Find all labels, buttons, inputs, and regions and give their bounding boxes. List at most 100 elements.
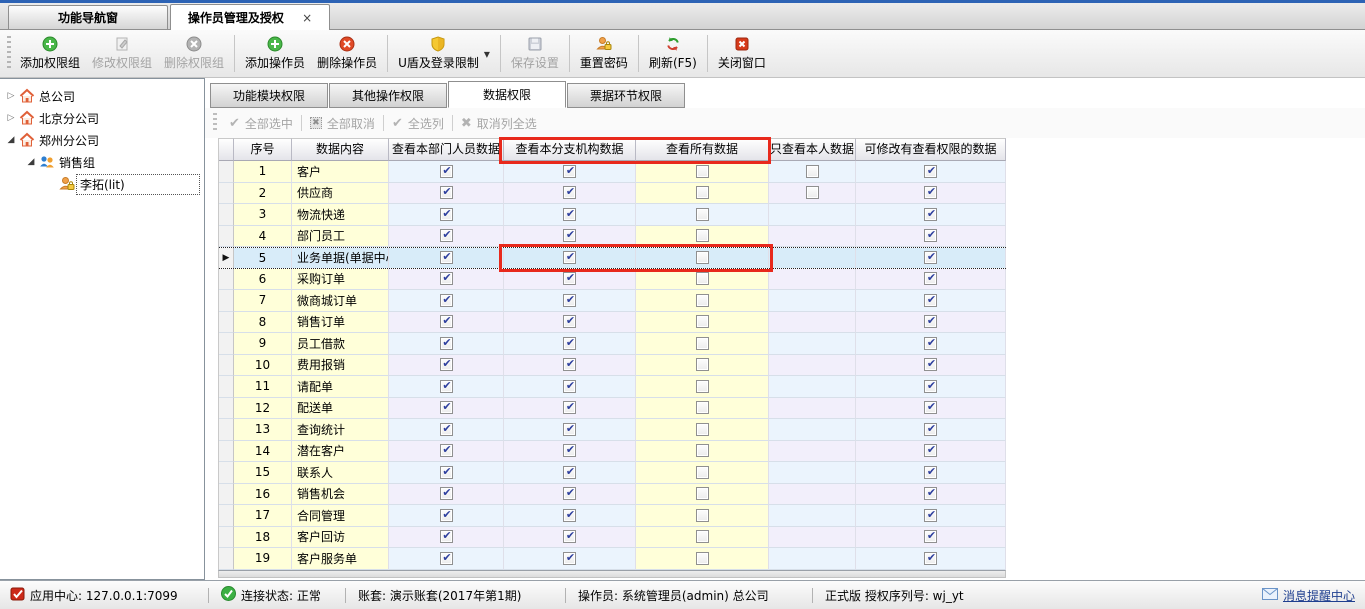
checkbox-checked[interactable]	[440, 423, 453, 436]
checkbox-checked[interactable]	[924, 165, 937, 178]
expand-toggle-icon[interactable]	[24, 157, 38, 167]
checkbox-checked[interactable]	[440, 186, 453, 199]
checkbox-checked[interactable]	[440, 380, 453, 393]
checkbox-checked[interactable]	[440, 229, 453, 242]
checkbox-unchecked[interactable]	[696, 358, 709, 371]
tree-item-sales-group[interactable]: 销售组	[0, 151, 204, 173]
grid-row[interactable]: 10费用报销	[219, 355, 1006, 377]
grid-row[interactable]: 6采购订单	[219, 269, 1006, 291]
checkbox-checked[interactable]	[440, 401, 453, 414]
checkbox-checked[interactable]	[924, 229, 937, 242]
checkbox-checked[interactable]	[924, 186, 937, 199]
column-header[interactable]: 查看所有数据	[636, 138, 769, 161]
reset-password-button[interactable]: 重置密码	[574, 30, 634, 77]
checkbox-checked[interactable]	[924, 509, 937, 522]
horizontal-scrollbar[interactable]	[218, 570, 1006, 578]
edit-permission-group-button[interactable]: 修改权限组	[86, 30, 158, 77]
grid-row[interactable]: 5业务单据(单据中心)	[219, 247, 1006, 269]
checkbox-unchecked[interactable]	[696, 530, 709, 543]
grid-row[interactable]: 2供应商	[219, 183, 1006, 205]
column-header[interactable]: 查看本分支机构数据	[504, 138, 636, 161]
tab-bill-stage-permissions[interactable]: 票据环节权限	[567, 83, 685, 108]
checkbox-checked[interactable]	[924, 272, 937, 285]
grid-row[interactable]: 3物流快递	[219, 204, 1006, 226]
checkbox-unchecked[interactable]	[696, 380, 709, 393]
checkbox-checked[interactable]	[440, 552, 453, 565]
toolbar-grip[interactable]	[7, 36, 11, 71]
checkbox-checked[interactable]	[924, 444, 937, 457]
grid-row[interactable]: 7微商城订单	[219, 290, 1006, 312]
grid-row[interactable]: 17合同管理	[219, 505, 1006, 527]
checkbox-unchecked[interactable]	[696, 251, 709, 264]
tree-item-head-office[interactable]: 总公司	[0, 85, 204, 107]
checkbox-checked[interactable]	[924, 208, 937, 221]
cancel-column-select-button[interactable]: 取消列全选	[453, 115, 545, 132]
checkbox-checked[interactable]	[440, 208, 453, 221]
checkbox-checked[interactable]	[440, 487, 453, 500]
checkbox-checked[interactable]	[924, 380, 937, 393]
checkbox-unchecked[interactable]	[806, 186, 819, 199]
action-bar-grip[interactable]	[213, 113, 217, 133]
add-permission-group-button[interactable]: 添加权限组	[14, 30, 86, 77]
checkbox-checked[interactable]	[563, 552, 576, 565]
tree-item-operator-litu[interactable]: 李拓(lit)	[0, 173, 204, 195]
checkbox-checked[interactable]	[440, 444, 453, 457]
checkbox-checked[interactable]	[924, 251, 937, 264]
refresh-button[interactable]: 刷新(F5)	[643, 30, 703, 77]
cancel-all-button[interactable]: 全部取消	[302, 115, 383, 132]
checkbox-checked[interactable]	[440, 315, 453, 328]
grid-row[interactable]: 12配送单	[219, 398, 1006, 420]
checkbox-unchecked[interactable]	[806, 165, 819, 178]
checkbox-checked[interactable]	[563, 229, 576, 242]
checkbox-checked[interactable]	[924, 401, 937, 414]
grid-row[interactable]: 4部门员工	[219, 226, 1006, 248]
expand-toggle-icon[interactable]	[4, 135, 18, 145]
grid-row[interactable]: 13查询统计	[219, 419, 1006, 441]
message-center-link[interactable]: 消息提醒中心	[1262, 587, 1355, 604]
tab-operator-management[interactable]: 操作员管理及授权 ×	[170, 4, 330, 30]
checkbox-checked[interactable]	[924, 315, 937, 328]
checkbox-checked[interactable]	[563, 294, 576, 307]
column-header[interactable]: 可修改有查看权限的数据	[856, 138, 1006, 161]
checkbox-checked[interactable]	[563, 466, 576, 479]
delete-operator-button[interactable]: 删除操作员	[311, 30, 383, 77]
checkbox-checked[interactable]	[440, 466, 453, 479]
checkbox-checked[interactable]	[440, 337, 453, 350]
checkbox-checked[interactable]	[563, 186, 576, 199]
checkbox-checked[interactable]	[924, 337, 937, 350]
checkbox-checked[interactable]	[563, 337, 576, 350]
grid-row[interactable]: 15联系人	[219, 462, 1006, 484]
checkbox-checked[interactable]	[924, 423, 937, 436]
checkbox-unchecked[interactable]	[696, 401, 709, 414]
tree-item-beijing-branch[interactable]: 北京分公司	[0, 107, 204, 129]
checkbox-checked[interactable]	[563, 208, 576, 221]
chevron-down-icon[interactable]	[484, 47, 490, 61]
select-all-button[interactable]: 全部选中	[221, 115, 301, 132]
checkbox-unchecked[interactable]	[696, 165, 709, 178]
checkbox-unchecked[interactable]	[696, 466, 709, 479]
checkbox-unchecked[interactable]	[696, 423, 709, 436]
checkbox-checked[interactable]	[563, 509, 576, 522]
checkbox-checked[interactable]	[924, 294, 937, 307]
grid-row[interactable]: 18客户回访	[219, 527, 1006, 549]
checkbox-checked[interactable]	[924, 530, 937, 543]
checkbox-checked[interactable]	[563, 530, 576, 543]
grid-row[interactable]: 8销售订单	[219, 312, 1006, 334]
close-icon[interactable]: ×	[302, 11, 312, 25]
checkbox-unchecked[interactable]	[696, 487, 709, 500]
delete-permission-group-button[interactable]: 删除权限组	[158, 30, 230, 77]
checkbox-checked[interactable]	[440, 272, 453, 285]
checkbox-checked[interactable]	[563, 380, 576, 393]
save-settings-button[interactable]: 保存设置	[505, 30, 565, 77]
collapse-toggle-icon[interactable]	[4, 113, 18, 123]
checkbox-unchecked[interactable]	[696, 186, 709, 199]
column-header[interactable]: 只查看本人数据	[769, 138, 856, 161]
checkbox-checked[interactable]	[563, 272, 576, 285]
grid-row[interactable]: 1客户	[219, 161, 1006, 183]
column-header[interactable]: 查看本部门人员数据	[389, 138, 504, 161]
checkbox-checked[interactable]	[440, 358, 453, 371]
checkbox-checked[interactable]	[563, 358, 576, 371]
checkbox-unchecked[interactable]	[696, 444, 709, 457]
checkbox-checked[interactable]	[924, 466, 937, 479]
checkbox-unchecked[interactable]	[696, 315, 709, 328]
